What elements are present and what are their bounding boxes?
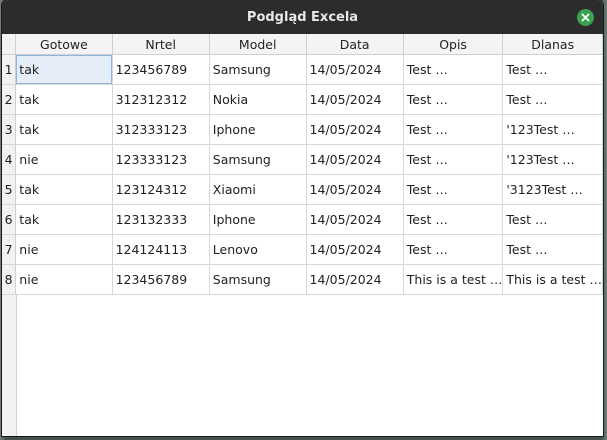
table-cell[interactable]: 123456789 (112, 54, 210, 85)
table-cell[interactable]: Lenovo (209, 234, 307, 265)
table-cell[interactable]: Test … (502, 234, 603, 265)
row-header[interactable]: 8 (2, 264, 17, 295)
column-header[interactable]: Opis (403, 34, 504, 55)
table-cell[interactable]: tak (15, 84, 113, 115)
table-row: 2 tak 312312312 Nokia 14/05/2024 Test … Test … (2, 84, 603, 115)
row-header[interactable]: 7 (2, 234, 17, 265)
table-cell[interactable]: This is a test … (502, 264, 603, 295)
table-row: 8 nie 123456789 Samsung 14/05/2024 This is a … (2, 264, 603, 295)
corner-button[interactable] (2, 34, 17, 55)
table-row: 4 nie 123333123 Samsung 14/05/2024 Test … '123… (2, 144, 603, 175)
table-cell[interactable]: '123Test … (502, 144, 603, 175)
table-cell[interactable]: Nokia (209, 84, 307, 115)
table-cell[interactable]: Iphone (209, 204, 307, 235)
table-cell[interactable]: '123Test … (502, 114, 603, 145)
table-cell[interactable]: 123124312 (112, 174, 210, 205)
table-cell[interactable]: tak (15, 54, 113, 85)
table-cell[interactable]: Test … (502, 204, 603, 235)
table-cell[interactable]: 14/05/2024 (306, 204, 404, 235)
excel-preview-window: Podgląd Excela Gotowe Nrtel Model Data O… (2, 0, 603, 436)
table-cell[interactable]: 14/05/2024 (306, 174, 404, 205)
table-cell[interactable]: 14/05/2024 (306, 264, 404, 295)
table-cell[interactable]: 123333123 (112, 144, 210, 175)
table-row: 1 tak 123456789 Samsung 14/05/2024 Test … Test… (2, 54, 603, 85)
table-cell[interactable]: 312312312 (112, 84, 210, 115)
table-cell[interactable]: 312333123 (112, 114, 210, 145)
table-cell[interactable]: 14/05/2024 (306, 114, 404, 145)
table-cell[interactable]: 123132333 (112, 204, 210, 235)
table-cell[interactable]: Test … (403, 54, 504, 85)
table-cell[interactable]: This is a test … (403, 264, 504, 295)
row-header[interactable]: 5 (2, 174, 17, 205)
table-cell[interactable]: '3123Test … (502, 174, 603, 205)
table-cell[interactable]: 14/05/2024 (306, 84, 404, 115)
table-cell[interactable]: tak (15, 174, 113, 205)
table-cell[interactable]: 124124113 (112, 234, 210, 265)
column-header[interactable]: Nrtel (112, 34, 210, 55)
close-icon (581, 13, 590, 22)
table-cell[interactable]: tak (15, 204, 113, 235)
table-cell[interactable]: 123456789 (112, 264, 210, 295)
table-view[interactable]: Gotowe Nrtel Model Data Opis Dlanas 1 tak… (2, 34, 603, 436)
table-row: 6 tak 123132333 Iphone 14/05/2024 Test … Test … (2, 204, 603, 235)
table-cell[interactable]: Test … (403, 144, 504, 175)
table-cell[interactable]: Test … (403, 234, 504, 265)
table-row: 5 tak 123124312 Xiaomi 14/05/2024 Test … '3123… (2, 174, 603, 205)
table-cell[interactable]: Samsung (209, 264, 307, 295)
table-cell[interactable]: 14/05/2024 (306, 54, 404, 85)
table-cell[interactable]: Test … (403, 204, 504, 235)
column-header[interactable]: Dlanas (502, 34, 603, 55)
row-header[interactable]: 6 (2, 204, 17, 235)
table-cell[interactable]: Test … (403, 174, 504, 205)
row-header[interactable]: 2 (2, 84, 17, 115)
table-cell[interactable]: tak (15, 114, 113, 145)
row-header[interactable]: 4 (2, 144, 17, 175)
table-cell[interactable]: Iphone (209, 114, 307, 145)
title-bar[interactable]: Podgląd Excela (2, 0, 603, 34)
table-cell[interactable]: Test … (502, 84, 603, 115)
table-cell[interactable]: 14/05/2024 (306, 234, 404, 265)
table-cell[interactable]: nie (15, 144, 113, 175)
table-cell[interactable]: Test … (502, 54, 603, 85)
table-cell[interactable]: Test … (403, 114, 504, 145)
table-cell[interactable]: nie (15, 234, 113, 265)
table-cell[interactable]: Samsung (209, 144, 307, 175)
table-cell[interactable]: Samsung (209, 54, 307, 85)
table-cell[interactable]: Test … (403, 84, 504, 115)
table-cell[interactable]: 14/05/2024 (306, 144, 404, 175)
window-title: Podgląd Excela (246, 9, 359, 25)
data-table: Gotowe Nrtel Model Data Opis Dlanas 1 tak… (2, 34, 603, 295)
close-button[interactable] (577, 9, 594, 26)
table-row: 7 nie 124124113 Lenovo 14/05/2024 Test … Test … (2, 234, 603, 265)
table-row: 3 tak 312333123 Iphone 14/05/2024 Test … '123T… (2, 114, 603, 145)
table-cell[interactable]: nie (15, 264, 113, 295)
column-header[interactable]: Data (306, 34, 404, 55)
column-header[interactable]: Model (209, 34, 307, 55)
header-row: Gotowe Nrtel Model Data Opis Dlanas (2, 34, 603, 55)
table-cell[interactable]: Xiaomi (209, 174, 307, 205)
row-header[interactable]: 1 (2, 54, 17, 85)
row-header[interactable]: 3 (2, 114, 17, 145)
column-header[interactable]: Gotowe (15, 34, 113, 55)
